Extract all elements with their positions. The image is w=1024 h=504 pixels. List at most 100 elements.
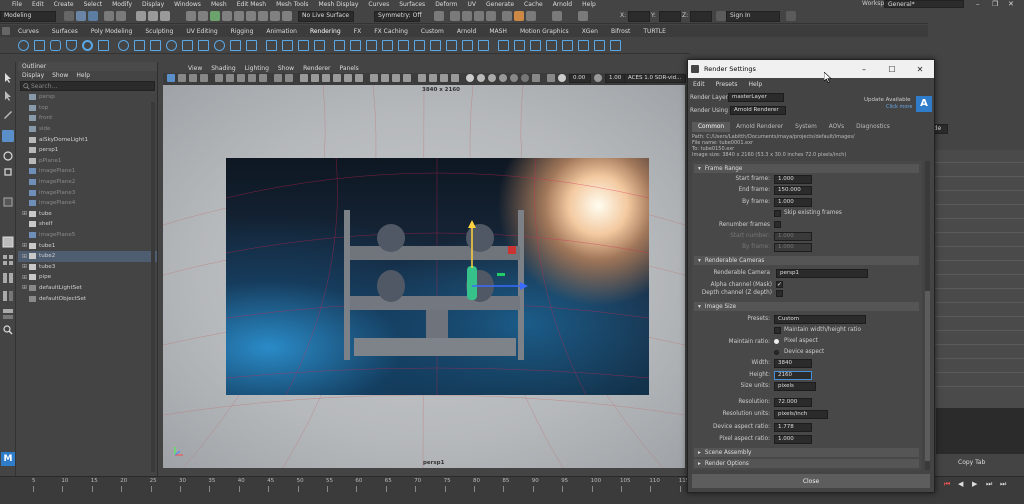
rotate-tool-icon[interactable]: [2, 150, 14, 162]
backface-culling-icon[interactable]: [451, 74, 459, 82]
menu-item-display[interactable]: Display: [142, 1, 164, 8]
bridge-icon[interactable]: [350, 40, 361, 51]
gamma-toggle-icon[interactable]: [594, 74, 602, 82]
cylindrical-map-icon[interactable]: [562, 40, 573, 51]
icon-a[interactable]: [510, 74, 518, 82]
poly-cube-icon[interactable]: [34, 40, 45, 51]
play-forward-icon[interactable]: ▶: [972, 480, 977, 488]
color-manage-icon[interactable]: [499, 74, 507, 82]
combine-icon[interactable]: [266, 40, 277, 51]
width-field[interactable]: 3840: [774, 359, 812, 368]
lasso-tool-icon[interactable]: [2, 90, 14, 102]
input-line-icon[interactable]: [552, 11, 562, 21]
skip-existing-checkbox[interactable]: [774, 210, 781, 217]
by-frame-renumber-field[interactable]: 1.000: [774, 243, 812, 252]
scrollbar-thumb[interactable]: [925, 291, 930, 461]
alpha-channel-checkbox[interactable]: ✓: [776, 281, 783, 288]
height-field[interactable]: 2160: [774, 371, 812, 380]
icon-b[interactable]: [521, 74, 529, 82]
shelf-tab-rigging[interactable]: Rigging: [231, 28, 254, 35]
new-scene-icon[interactable]: [64, 11, 74, 21]
bookmarks-icon[interactable]: [189, 74, 197, 82]
expand-toggle-icon[interactable]: ⊞: [22, 284, 28, 291]
undo-icon[interactable]: [104, 11, 114, 21]
outliner-item[interactable]: ⊞ tube: [18, 209, 157, 220]
spherical-map-icon[interactable]: [578, 40, 589, 51]
shelf-tab-turtle[interactable]: TURTLE: [643, 28, 666, 35]
expand-toggle-icon[interactable]: ⊞: [22, 242, 28, 249]
redo-icon[interactable]: [116, 11, 126, 21]
shelf-tab-fx-caching[interactable]: FX Caching: [374, 28, 408, 35]
gamma-icon[interactable]: [477, 74, 485, 82]
poly-gear-icon[interactable]: [198, 40, 209, 51]
menu-item-mesh[interactable]: Mesh: [211, 1, 227, 8]
menu-item-help[interactable]: Help: [582, 1, 596, 8]
render-layer-select[interactable]: masterLayer: [728, 93, 784, 102]
click-more-link[interactable]: Click more: [886, 104, 912, 110]
outliner-item[interactable]: aiSkyDomeLight1: [18, 134, 157, 145]
menu-item-edit[interactable]: Edit: [32, 1, 44, 8]
viewport-menu-shading[interactable]: Shading: [211, 65, 235, 72]
outliner-item[interactable]: side: [18, 124, 157, 135]
outliner-item[interactable]: defaultObjectSet: [18, 293, 157, 304]
outliner-item[interactable]: shelf: [18, 219, 157, 230]
unfold-icon[interactable]: [594, 40, 605, 51]
depth-channel-checkbox[interactable]: [776, 290, 783, 297]
render-using-select[interactable]: Arnold Renderer: [730, 106, 786, 115]
copy-tab-button[interactable]: Copy Tab: [958, 459, 985, 466]
xray-joints-icon[interactable]: [440, 74, 448, 82]
spherical-harmonics-icon[interactable]: [246, 40, 257, 51]
outliner-pane-icon[interactable]: [2, 290, 14, 302]
menu-item-surfaces[interactable]: Surfaces: [399, 1, 425, 8]
expand-toggle-icon[interactable]: ⊞: [22, 253, 28, 260]
menu-item-file[interactable]: File: [12, 1, 22, 8]
y-field[interactable]: [659, 11, 681, 22]
user-icon[interactable]: [716, 11, 726, 21]
maintain-wh-ratio-checkbox[interactable]: [774, 327, 781, 334]
arnold-render-icon[interactable]: [514, 11, 524, 21]
outliner-item[interactable]: ⊞ pipe: [18, 272, 157, 283]
poly-cylinder-icon[interactable]: [50, 40, 61, 51]
uv-editor-icon[interactable]: [498, 40, 509, 51]
outliner-item[interactable]: persp: [18, 92, 157, 103]
outliner-item[interactable]: persp1: [18, 145, 157, 156]
film-gate-icon[interactable]: [226, 74, 234, 82]
outliner-scrollbar[interactable]: [151, 102, 155, 472]
scene-assembly-header[interactable]: ▸ Scene Assembly: [694, 448, 919, 457]
menu-item-cache[interactable]: Cache: [524, 1, 543, 8]
shadows-icon[interactable]: [355, 74, 363, 82]
use-all-lights-icon[interactable]: [344, 74, 352, 82]
motion-blur-icon[interactable]: [381, 74, 389, 82]
shelf-tab-mash[interactable]: MASH: [489, 28, 507, 35]
start-frame-field[interactable]: 1.000: [774, 175, 812, 184]
move-tool-icon[interactable]: [2, 130, 14, 142]
separate-icon[interactable]: [282, 40, 293, 51]
select-object-icon[interactable]: [148, 11, 158, 21]
device-aspect-ratio-field[interactable]: 1.778: [774, 423, 812, 432]
menu-item-windows[interactable]: Windows: [174, 1, 201, 8]
wireframe-icon[interactable]: [300, 74, 308, 82]
snap-vertex-icon[interactable]: [246, 11, 256, 21]
start-number-field[interactable]: 1.000: [774, 232, 812, 241]
icon-d[interactable]: [547, 74, 555, 82]
grid-icon[interactable]: [215, 74, 223, 82]
menu-item-mesh-tools[interactable]: Mesh Tools: [276, 1, 308, 8]
select-tool-icon[interactable]: [2, 72, 14, 84]
outliner-item[interactable]: ⊞ tube3: [18, 262, 157, 273]
maximize-icon[interactable]: ☐: [878, 65, 906, 74]
shelf-tab-bifrost[interactable]: Bifrost: [611, 28, 630, 35]
renumber-frames-checkbox[interactable]: [774, 221, 781, 228]
poly-plane-icon[interactable]: [98, 40, 109, 51]
shelf-tab-poly-modeling[interactable]: Poly Modeling: [91, 28, 133, 35]
sign-in-button[interactable]: Sign In: [726, 11, 780, 22]
symmetry-select[interactable]: Symmetry: Off: [374, 11, 421, 22]
camera-map-icon[interactable]: [546, 40, 557, 51]
outliner-item[interactable]: ⊞ tube1: [18, 240, 157, 251]
xray-icon[interactable]: [429, 74, 437, 82]
select-hierarchy-icon[interactable]: [136, 11, 146, 21]
four-pane-icon[interactable]: [2, 254, 14, 266]
arnold-logo-icon[interactable]: A: [916, 96, 932, 112]
snap-view-icon[interactable]: [222, 11, 232, 21]
render-settings-menu-help[interactable]: Help: [748, 81, 762, 88]
boolean-icon[interactable]: [314, 40, 325, 51]
